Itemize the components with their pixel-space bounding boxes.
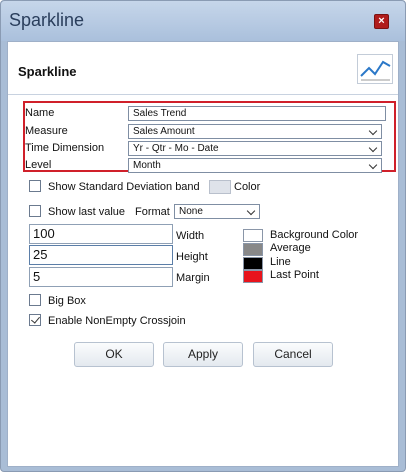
height-input[interactable]: 25 (29, 245, 173, 265)
name-input[interactable]: Sales Trend (128, 106, 386, 121)
section-title: Sparkline (18, 64, 77, 79)
height-label: Height (176, 251, 208, 263)
close-button[interactable]: × (374, 14, 389, 29)
level-select[interactable]: Month (128, 158, 382, 173)
format-select[interactable]: None (174, 204, 260, 219)
show-last-value-checkbox[interactable] (29, 205, 41, 217)
margin-label: Margin (176, 272, 210, 284)
level-label: Level (25, 159, 52, 171)
measure-label: Measure (25, 125, 68, 137)
nonempty-checkbox[interactable] (29, 314, 41, 326)
title-bar[interactable]: Sparkline × (1, 1, 405, 41)
last-point-color-swatch[interactable] (243, 270, 263, 283)
width-label: Width (176, 230, 205, 242)
dialog-body: Sparkline Name Sales Trend Measure Sales… (7, 41, 399, 467)
std-dev-color-swatch[interactable] (209, 180, 231, 194)
format-label: Format (135, 206, 170, 218)
cancel-button[interactable]: Cancel (253, 342, 333, 367)
average-label: Average (270, 242, 311, 254)
width-input[interactable]: 100 (29, 224, 173, 244)
average-color-swatch[interactable] (243, 243, 263, 256)
time-dimension-label: Time Dimension (25, 142, 105, 154)
color-label: Color (234, 181, 261, 193)
header-separator (8, 94, 398, 95)
time-dimension-select[interactable]: Yr - Qtr - Mo - Date (128, 141, 382, 156)
show-last-value-label: Show last value (48, 206, 126, 218)
sparkline-chart-icon (357, 54, 393, 84)
show-std-dev-checkbox[interactable] (29, 180, 41, 192)
sparkline-dialog: Sparkline × Sparkline Name Sales Trend M… (0, 0, 406, 472)
close-icon: × (378, 15, 385, 27)
nonempty-label: Enable NonEmpty Crossjoin (48, 315, 186, 327)
ok-button[interactable]: OK (74, 342, 154, 367)
name-label: Name (25, 107, 55, 119)
window-title: Sparkline (9, 10, 85, 30)
apply-button[interactable]: Apply (163, 342, 243, 367)
big-box-checkbox[interactable] (29, 294, 41, 306)
background-color-swatch[interactable] (243, 229, 263, 242)
margin-input[interactable]: 5 (29, 267, 173, 287)
background-color-label: Background Color (270, 229, 359, 241)
show-std-dev-label: Show Standard Deviation band (48, 181, 200, 193)
line-color-swatch[interactable] (243, 257, 263, 270)
measure-select[interactable]: Sales Amount (128, 124, 382, 139)
big-box-label: Big Box (48, 295, 86, 307)
line-label: Line (270, 256, 291, 268)
last-point-label: Last Point (270, 269, 319, 281)
